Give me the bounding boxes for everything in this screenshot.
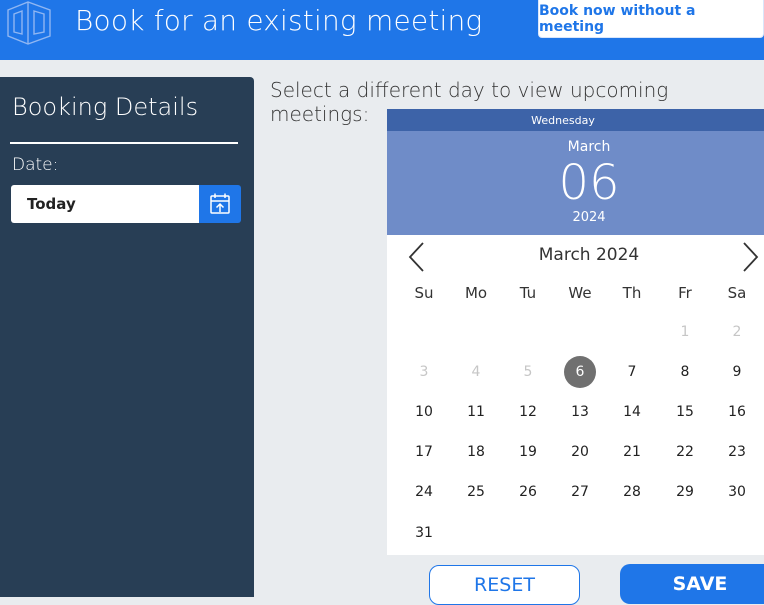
calendar-day[interactable]: 19 [510,436,546,468]
day-number: 28 [623,484,641,500]
selected-day: 06 [558,155,620,211]
weekday-header: Su [414,284,434,302]
calendar-month-label: March 2024 [538,245,640,265]
calendar-day[interactable]: 24 [406,476,442,508]
day-number: 26 [519,484,537,500]
day-number: 9 [732,364,742,380]
calendar-weekday: Wednesday [387,109,764,131]
panel-divider [10,142,238,144]
calendar-day[interactable]: 22 [667,436,703,468]
day-number: 1 [680,324,690,340]
calendar-day[interactable]: 1 [667,316,703,348]
save-button[interactable]: SAVE [620,564,764,604]
weekday-header: We [568,284,592,302]
day-number: 6 [575,364,585,380]
calendar-day[interactable]: 4 [458,356,494,388]
calendar-day[interactable]: 31 [406,517,442,549]
weekday-header: Fr [678,284,692,302]
weekday-header: Sa [727,284,747,302]
day-number: 15 [676,404,694,420]
calendar-day[interactable]: 10 [406,396,442,428]
calendar-day[interactable]: 9 [719,356,755,388]
calendar-day[interactable]: 7 [614,356,650,388]
day-number: 16 [728,404,746,420]
book-without-meeting-button[interactable]: Book now without a meeting [538,0,764,38]
day-number: 29 [676,484,694,500]
day-number: 2 [732,324,742,340]
calendar-day[interactable]: 29 [667,476,703,508]
day-number: 31 [415,525,433,541]
day-number: 10 [415,404,433,420]
day-number: 8 [680,364,690,380]
weekday-header: Tu [519,284,537,302]
day-number: 12 [519,404,537,420]
calendar-widget: Wednesday March 06 2024 March 2024 Su Mo T… [387,109,764,555]
date-label: Date: [12,155,59,175]
calendar-day[interactable]: 11 [458,396,494,428]
calendar-day[interactable]: 5 [510,356,546,388]
day-number: 7 [627,364,637,380]
reset-button[interactable]: RESET [429,565,580,605]
chevron-right-icon[interactable] [739,241,763,273]
calendar-day[interactable]: 25 [458,476,494,508]
calendar-day[interactable]: 28 [614,476,650,508]
calendar-day[interactable]: 23 [719,436,755,468]
calendar-day[interactable]: 26 [510,476,546,508]
weekday-header: Mo [464,284,488,302]
booking-details-panel: Booking Details Date: Today [0,77,254,597]
day-number: 18 [467,444,485,460]
day-number: 24 [415,484,433,500]
day-number: 5 [523,364,533,380]
day-number: 14 [623,404,641,420]
calendar-icon [210,193,230,214]
day-number: 4 [471,364,481,380]
calendar-day[interactable]: 16 [719,396,755,428]
day-number: 30 [728,484,746,500]
calendar-day[interactable]: 20 [562,436,598,468]
calendar-day[interactable]: 30 [719,476,755,508]
date-picker-button[interactable] [199,185,241,223]
calendar-day[interactable]: 3 [406,356,442,388]
calendar-selected-date: March 06 2024 [387,131,764,235]
day-number: 13 [571,404,589,420]
building-icon [7,1,51,45]
calendar-day[interactable]: 17 [406,436,442,468]
calendar-day[interactable]: 8 [667,356,703,388]
calendar-day-selected[interactable]: 6 [562,356,598,388]
day-number: 22 [676,444,694,460]
selected-year: 2024 [572,210,606,225]
calendar-day[interactable]: 18 [458,436,494,468]
day-number: 25 [467,484,485,500]
panel-title: Booking Details [12,93,199,121]
calendar-day[interactable]: 2 [719,316,755,348]
calendar-day[interactable]: 21 [614,436,650,468]
page-title: Book for an existing meeting [75,4,483,37]
day-number: 17 [415,444,433,460]
calendar-day[interactable]: 27 [562,476,598,508]
day-number: 19 [519,444,537,460]
top-bar: Book for an existing meeting Book now wi… [0,0,764,60]
calendar-day[interactable]: 14 [614,396,650,428]
selected-month: March [567,139,611,155]
day-number: 20 [571,444,589,460]
calendar-day[interactable]: 12 [510,396,546,428]
date-field[interactable]: Today [11,185,199,223]
calendar-day[interactable]: 15 [667,396,703,428]
day-number: 11 [467,404,485,420]
day-number: 23 [728,444,746,460]
calendar-day[interactable]: 13 [562,396,598,428]
day-number: 27 [571,484,589,500]
day-number: 21 [623,444,641,460]
day-number: 3 [419,364,429,380]
weekday-header: Th [622,284,642,302]
